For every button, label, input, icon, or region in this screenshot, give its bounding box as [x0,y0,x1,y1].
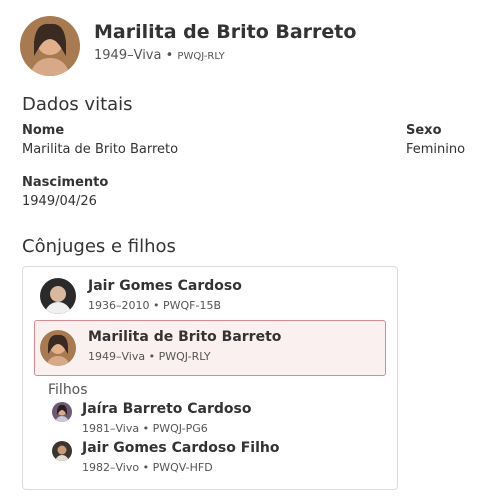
spouse-avatar [40,278,76,314]
person-name: Marilita de Brito Barreto [94,21,357,43]
family-title: Cônjuges e filhos [22,236,176,257]
self-lifespan: 1949–Viva [88,350,146,363]
self-meta: 1949–Viva • PWQJ-RLY [88,350,211,363]
spouse-meta: 1936–2010 • PWQF-15B [88,299,221,312]
vitals-title: Dados vitais [22,94,133,115]
self-id: PWQJ-RLY [158,350,211,363]
birth-label: Nascimento [22,175,109,190]
child-meta: 1982–Vivo • PWQV-HFD [82,461,213,474]
sex-value: Feminino [406,142,466,157]
birth-value: 1949/04/26 [22,194,97,209]
child-meta: 1981–Viva • PWQJ-PG6 [82,422,208,435]
child-lifespan: 1982–Vivo [82,461,140,474]
spouse-lifespan: 1936–2010 [88,299,150,312]
separator: • [142,461,150,474]
child-id: PWQJ-PG6 [152,422,208,435]
name-label: Nome [22,123,65,138]
child-avatar [52,441,72,461]
child-lifespan: 1981–Viva [82,422,140,435]
child-avatar [52,402,72,422]
self-name[interactable]: Marilita de Brito Barreto [88,329,281,345]
name-value: Marilita de Brito Barreto [22,142,179,157]
sex-label: Sexo [406,123,442,138]
lifespan: 1949–Viva [94,48,162,63]
person-meta: 1949–Viva • PWQJ-RLY [94,48,225,63]
self-avatar [40,330,76,366]
spouse-name[interactable]: Jair Gomes Cardoso [88,278,242,294]
child-name[interactable]: Jaíra Barreto Cardoso [82,401,252,417]
children-label: Filhos [48,382,88,398]
child-id: PWQV-HFD [152,461,213,474]
separator: • [153,299,160,312]
separator: • [165,48,174,63]
avatar [20,16,80,76]
spouse-id: PWQF-15B [163,299,222,312]
separator: • [142,422,150,435]
separator: • [148,350,156,363]
child-name[interactable]: Jair Gomes Cardoso Filho [82,440,279,456]
person-id: PWQJ-RLY [177,51,225,62]
